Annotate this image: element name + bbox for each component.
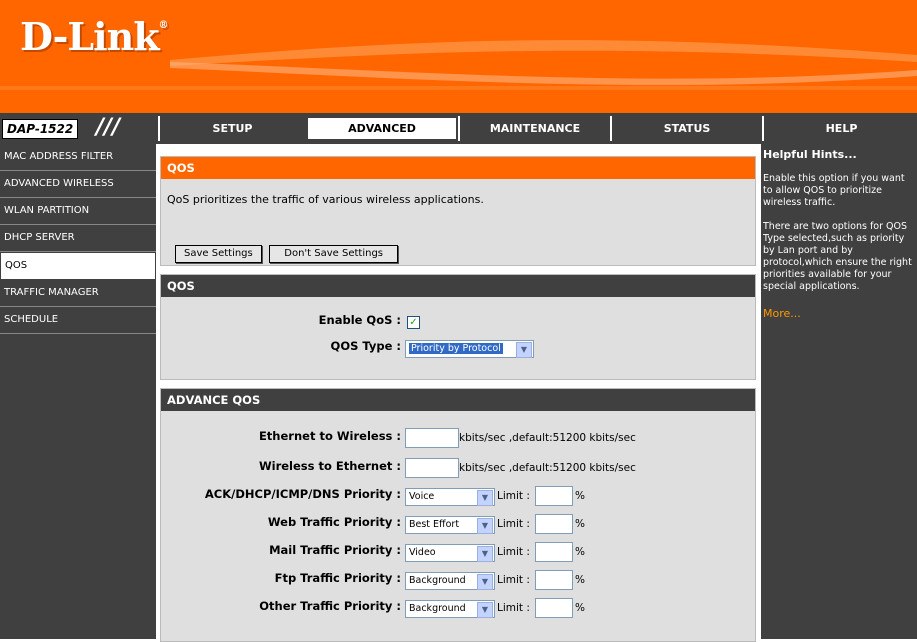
ack-limit-label: Limit : [497, 490, 530, 502]
dlink-logo: D-Link® [20, 14, 169, 59]
other-percent: % [575, 602, 585, 614]
ack-percent: % [575, 490, 585, 502]
web-limit-label: Limit : [497, 518, 530, 530]
ftp-limit-label: Limit : [497, 574, 530, 586]
model-name: DAP-1522 [2, 119, 79, 139]
tab-status[interactable]: STATUS [610, 116, 762, 141]
mail-limit-input[interactable] [535, 542, 573, 562]
header-banner: D-Link® [0, 0, 917, 113]
ftp-limit-input[interactable] [535, 570, 573, 590]
other-priority-label: Other Traffic Priority : [259, 599, 401, 613]
mail-limit-label: Limit : [497, 546, 530, 558]
sidebar-item-advanced-wireless[interactable]: ADVANCED WIRELESS [0, 171, 156, 198]
hints-title: Helpful Hints... [763, 148, 857, 161]
save-settings-button[interactable]: Save Settings [175, 245, 262, 263]
sidebar-item-wlan-partition[interactable]: WLAN PARTITION [0, 198, 156, 225]
chevron-down-icon: ▼ [477, 602, 493, 618]
mail-percent: % [575, 546, 585, 558]
intro-description: QoS prioritizes the traffic of various w… [167, 193, 484, 206]
qos-panel: QOS Enable QoS : ✓ QOS Type : Priority b… [160, 274, 756, 380]
web-priority-value: Best Effort [409, 519, 460, 530]
model-label: DAP-1522 /// [0, 113, 158, 144]
chevron-down-icon: ▼ [516, 342, 532, 358]
tab-help[interactable]: HELP [762, 116, 917, 141]
wireless-to-ethernet-hint: kbits/sec ,default:51200 kbits/sec [459, 462, 636, 474]
qos-title: QOS [161, 275, 755, 297]
mail-priority-select[interactable]: Video ▼ [405, 544, 495, 562]
intro-title: QOS [161, 157, 755, 179]
hints-more-link[interactable]: More... [761, 293, 917, 320]
sidebar-item-traffic-manager[interactable]: TRAFFIC MANAGER [0, 280, 156, 307]
ftp-percent: % [575, 574, 585, 586]
ack-priority-select[interactable]: Voice ▼ [405, 488, 495, 506]
chevron-down-icon: ▼ [477, 546, 493, 562]
tab-setup[interactable]: SETUP [158, 116, 305, 141]
qos-type-select[interactable]: Priority by Protocol ▼ [405, 340, 534, 358]
chevron-down-icon: ▼ [477, 490, 493, 506]
other-limit-input[interactable] [535, 598, 573, 618]
ethernet-to-wireless-label: Ethernet to Wireless : [258, 429, 401, 443]
other-priority-select[interactable]: Background ▼ [405, 600, 495, 618]
ftp-priority-value: Background [409, 575, 466, 586]
web-limit-input[interactable] [535, 514, 573, 534]
web-priority-label: Web Traffic Priority : [267, 515, 401, 529]
enable-qos-checkbox[interactable]: ✓ [407, 316, 420, 329]
ftp-priority-label: Ftp Traffic Priority : [274, 571, 401, 585]
tab-maintenance[interactable]: MAINTENANCE [458, 116, 610, 141]
enable-qos-label: Enable QoS : [318, 313, 401, 327]
wireless-to-ethernet-input[interactable] [405, 458, 459, 478]
other-priority-value: Background [409, 603, 466, 614]
other-limit-label: Limit : [497, 602, 530, 614]
tab-advanced[interactable]: ADVANCED [306, 116, 458, 141]
advance-qos-title: ADVANCE QOS [161, 389, 755, 411]
helpful-hints-panel: Helpful Hints... Enable this option if y… [761, 144, 917, 639]
ftp-priority-select[interactable]: Background ▼ [405, 572, 495, 590]
web-priority-select[interactable]: Best Effort ▼ [405, 516, 495, 534]
main-content: QOS QoS prioritizes the traffic of vario… [156, 144, 761, 642]
ack-priority-value: Voice [409, 491, 435, 502]
top-navbar: DAP-1522 /// SETUP ADVANCED MAINTENANCE … [0, 113, 917, 144]
hints-text-1: Enable this option if you want to allow … [763, 173, 905, 208]
mail-priority-value: Video [409, 547, 436, 558]
model-slashes: /// [96, 115, 121, 140]
web-percent: % [575, 518, 585, 530]
qos-type-label: QOS Type : [330, 339, 401, 353]
sidebar: MAC ADDRESS FILTER ADVANCED WIRELESS WLA… [0, 144, 156, 639]
chevron-down-icon: ▼ [477, 518, 493, 534]
sidebar-item-dhcp-server[interactable]: DHCP SERVER [0, 225, 156, 252]
intro-panel: QOS QoS prioritizes the traffic of vario… [160, 156, 756, 266]
sidebar-item-qos[interactable]: QOS [0, 252, 156, 280]
sidebar-item-mac-address-filter[interactable]: MAC ADDRESS FILTER [0, 144, 156, 171]
checkmark-icon: ✓ [409, 317, 418, 328]
wireless-to-ethernet-label: Wireless to Ethernet : [258, 459, 401, 473]
ack-limit-input[interactable] [535, 486, 573, 506]
ethernet-to-wireless-hint: kbits/sec ,default:51200 kbits/sec [459, 432, 636, 444]
hints-text-2: There are two options for QOS Type selec… [763, 221, 912, 292]
ack-priority-label: ACK/DHCP/ICMP/DNS Priority : [204, 487, 401, 501]
dont-save-settings-button[interactable]: Don't Save Settings [269, 245, 398, 263]
advance-qos-panel: ADVANCE QOS Ethernet to Wireless : kbits… [160, 388, 756, 642]
chevron-down-icon: ▼ [477, 574, 493, 590]
ethernet-to-wireless-input[interactable] [405, 428, 459, 448]
mail-priority-label: Mail Traffic Priority : [269, 543, 401, 557]
sidebar-item-schedule[interactable]: SCHEDULE [0, 307, 156, 334]
qos-type-value: Priority by Protocol [409, 343, 503, 354]
